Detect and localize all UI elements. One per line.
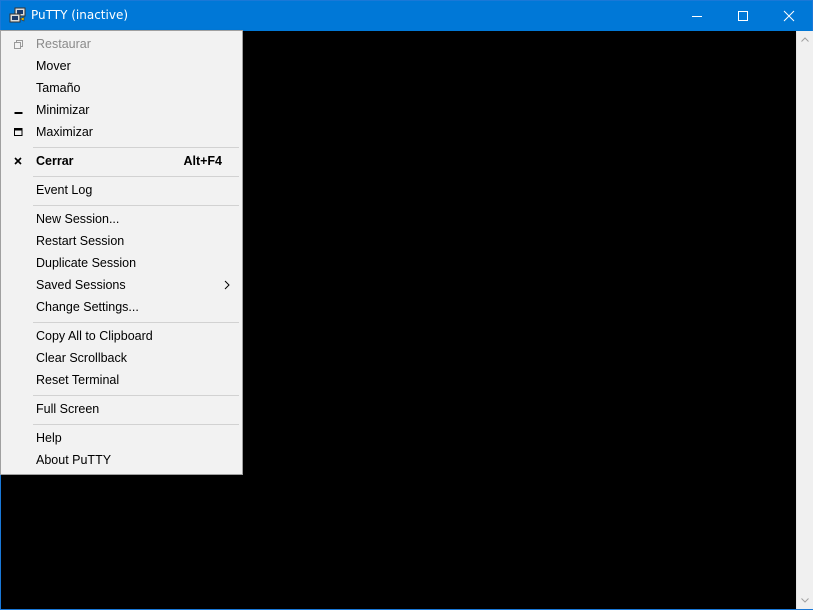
menu-item-label: New Session...: [36, 212, 120, 226]
menu-separator: [33, 147, 239, 148]
menu-item-restart-session[interactable]: Restart Session: [1, 230, 242, 252]
menu-item-duplicate-session[interactable]: Duplicate Session: [1, 252, 242, 274]
maximize-button[interactable]: [720, 1, 766, 31]
menu-item-change-settings[interactable]: Change Settings...: [1, 296, 242, 318]
menu-item-saved-sessions[interactable]: Saved Sessions: [1, 274, 242, 296]
maximize-icon: [737, 7, 749, 26]
menu-separator: [33, 395, 239, 396]
menu-item-label: Reset Terminal: [36, 373, 120, 387]
minimize-button[interactable]: [674, 1, 720, 31]
menu-item-reset-terminal[interactable]: Reset Terminal: [1, 369, 242, 391]
menu-item-clear-scrollback[interactable]: Clear Scrollback: [1, 347, 242, 369]
menu-item-label: Clear Scrollback: [36, 351, 128, 365]
menu-item-about-putty[interactable]: About PuTTY: [1, 449, 242, 471]
system-menu: Restaurar Mover Tamaño Minimizar Maximiz…: [0, 30, 243, 475]
menu-item-label: Full Screen: [36, 402, 100, 416]
window-title: PuTTY (inactive): [31, 8, 129, 22]
menu-item-label: Restart Session: [36, 234, 125, 248]
menu-item-copy-all[interactable]: Copy All to Clipboard: [1, 325, 242, 347]
scroll-up-arrow-icon[interactable]: [797, 31, 813, 48]
close-x-icon: [12, 154, 24, 168]
menu-item-label: Help: [36, 431, 62, 445]
menu-item-full-screen[interactable]: Full Screen: [1, 398, 242, 420]
maximize-icon: [12, 125, 24, 139]
close-icon: [783, 7, 795, 26]
menu-item-new-session[interactable]: New Session...: [1, 208, 242, 230]
menu-item-event-log[interactable]: Event Log: [1, 179, 242, 201]
submenu-chevron-right-icon: [224, 279, 230, 293]
menu-item-label: Cerrar: [36, 154, 74, 168]
title-bar[interactable]: PuTTY (inactive): [1, 1, 812, 31]
minimize-icon: [691, 7, 703, 26]
menu-item-maximizar[interactable]: Maximizar: [1, 121, 242, 143]
putty-icon[interactable]: [9, 7, 27, 25]
vertical-scrollbar[interactable]: [796, 31, 813, 609]
restore-icon: [12, 37, 24, 51]
menu-item-label: Maximizar: [36, 125, 93, 139]
menu-item-minimizar[interactable]: Minimizar: [1, 99, 242, 121]
menu-item-cerrar[interactable]: Cerrar Alt+F4: [1, 150, 242, 172]
menu-item-label: Change Settings...: [36, 300, 139, 314]
menu-item-label: About PuTTY: [36, 453, 112, 467]
menu-item-help[interactable]: Help: [1, 427, 242, 449]
close-button[interactable]: [766, 1, 812, 31]
menu-item-shortcut: Alt+F4: [183, 154, 222, 168]
menu-separator: [33, 322, 239, 323]
menu-item-label: Tamaño: [36, 81, 81, 95]
menu-item-restaurar[interactable]: Restaurar: [1, 33, 242, 55]
menu-item-label: Minimizar: [36, 103, 90, 117]
menu-item-mover[interactable]: Mover: [1, 55, 242, 77]
menu-item-label: Saved Sessions: [36, 278, 126, 292]
menu-item-label: Event Log: [36, 183, 93, 197]
minimize-icon: [12, 103, 24, 117]
menu-separator: [33, 205, 239, 206]
menu-separator: [33, 424, 239, 425]
menu-item-label: Restaurar: [36, 37, 91, 51]
menu-item-label: Copy All to Clipboard: [36, 329, 153, 343]
menu-separator: [33, 176, 239, 177]
menu-item-tamano[interactable]: Tamaño: [1, 77, 242, 99]
menu-item-label: Mover: [36, 59, 71, 73]
scroll-down-arrow-icon[interactable]: [797, 592, 813, 609]
menu-item-label: Duplicate Session: [36, 256, 137, 270]
